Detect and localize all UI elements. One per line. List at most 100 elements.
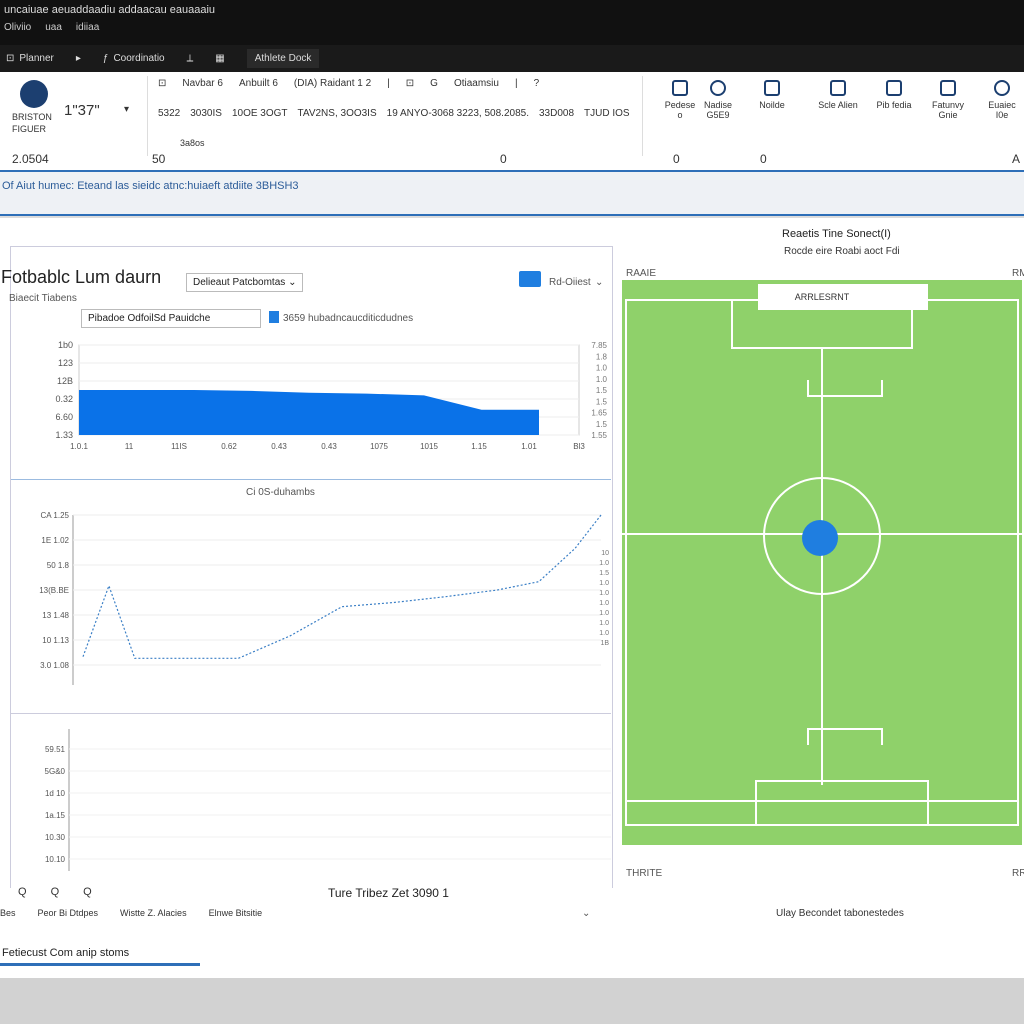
tab-grid[interactable]: ▦ <box>215 53 224 64</box>
ribbon-button-sub: G5E9 <box>706 110 730 120</box>
ribbon-button-globe[interactable]: Nadise G5E9 <box>690 80 746 120</box>
panel-title: Fotbablc Lum daurn <box>1 267 162 287</box>
right-tick-label: 1.0 <box>599 600 609 607</box>
ribbon-value: TAV2NS, 3OO3IS <box>297 108 377 119</box>
ribbon-row2: 5322 3030IS 10OE 3OGT TAV2NS, 3OO3IS 19 … <box>158 108 630 119</box>
line-chart: CA 1.25 1E 1.02 50 1.8 13(B.BE 13 1.48 10 1.1… <box>39 511 609 685</box>
ribbon-item[interactable]: ⊡ <box>406 78 414 89</box>
right-tick-label: 1.0 <box>599 630 609 637</box>
x-tick-label: 0.62 <box>221 442 237 451</box>
pitch-right-label: RM <box>1012 268 1024 279</box>
ribbon-footer-item: 0 <box>760 152 767 166</box>
ribbon-button-shield[interactable]: Pib fedia <box>866 80 922 110</box>
ribbon-item[interactable]: Otiaamsiu <box>454 78 499 89</box>
y-tick-label: 59.51 <box>45 745 66 754</box>
chart-icon[interactable] <box>519 271 541 287</box>
shield-icon <box>886 80 902 96</box>
tab-tool[interactable]: ⟂ <box>187 53 194 64</box>
menu-item[interactable]: idiiaa <box>76 22 99 42</box>
tab-icon: ⟂ <box>186 53 194 64</box>
window-title: uncaiuae aeuaddaadiu addaacau eauaaaiu <box>4 4 216 16</box>
chevron-down-icon[interactable]: ⌄ <box>595 277 603 288</box>
ribbon-value: TJUD IOS <box>584 108 630 119</box>
workspace: Fotbablc Lum daurn Biaecit Tiabens Delie… <box>0 218 1024 978</box>
ribbon-button-export[interactable]: Fatunvy Gnie <box>920 80 976 120</box>
tab-coordination[interactable]: ƒ Coordinatio <box>103 53 165 64</box>
ribbon-item[interactable]: G <box>430 78 438 89</box>
status-tab[interactable]: Bes <box>0 908 16 918</box>
tab-icon: ⊡ <box>6 53 15 64</box>
line-series <box>82 514 602 659</box>
football-pitch[interactable]: ARRLESRNT <box>620 280 1024 850</box>
chevron-down-icon[interactable]: ⌄ <box>582 908 590 919</box>
footer <box>0 978 1024 1024</box>
menu-item[interactable]: Oliviio <box>4 22 31 42</box>
ribbon-button-label: Pib fedia <box>876 100 912 110</box>
tab-planner[interactable]: ⊡ Planner <box>6 53 54 64</box>
y-tick-label: 3.0 1.08 <box>40 661 69 670</box>
ribbon-button-figure[interactable]: Scle Alien <box>810 80 866 110</box>
right-tick-label: 1.0 <box>596 364 608 373</box>
account-name: BRISTON <box>12 112 52 122</box>
bottom-tab[interactable]: Fetiecust Com anip stoms <box>0 944 200 966</box>
ribbon-button-label: Scle Alien <box>818 100 858 110</box>
ribbon-footer-item: 0 <box>673 152 680 166</box>
right-tick-label: 1.5 <box>596 420 608 429</box>
ball-marker <box>802 520 838 556</box>
tab-bar: ⊡ Planner ▸ ƒ Coordinatio ⟂ ▦ Athlete Dock <box>0 45 1024 72</box>
ribbon-button-person[interactable]: Noilde <box>744 80 800 110</box>
ribbon-button-sub: Gnie <box>938 110 958 120</box>
ribbon-item[interactable]: Navbar 6 <box>182 78 223 89</box>
avatar[interactable] <box>20 80 48 108</box>
tab-icon: ▦ <box>215 53 225 64</box>
x-tick-label: Bl3 <box>573 442 585 451</box>
x-tick-label: 1015 <box>420 442 438 451</box>
info-bar: Of Aiut humec: Eteand las sieidc atnc:hu… <box>0 172 1024 216</box>
toggle-label[interactable]: Rd-Oiiest <box>549 277 591 288</box>
right-tick-label: 1.0 <box>596 375 608 384</box>
zoom-icon[interactable]: Q <box>18 886 27 898</box>
ribbon-item[interactable]: Anbuilt 6 <box>239 78 278 89</box>
status-tab[interactable]: Peor Bi Dtdpes <box>38 908 99 918</box>
menu-item[interactable]: uaa <box>45 22 62 42</box>
right-tick-label: 1.0 <box>599 620 609 627</box>
tab-arrow[interactable]: ▸ <box>76 53 81 64</box>
pitch-subtitle: Rocde eire Roabi aoct Fdi <box>784 246 900 257</box>
filter-input[interactable]: Pibadoe OdfoilSd Pauidche <box>81 309 261 328</box>
y-tick-label: 13(B.BE <box>39 586 69 595</box>
right-tick-label: 1.8 <box>596 352 608 361</box>
ribbon-item[interactable]: ? <box>534 78 540 89</box>
right-tick-label: 1.0 <box>599 590 609 597</box>
zoom-icon[interactable]: Q <box>83 886 92 898</box>
chevron-down-icon[interactable]: ▾ <box>124 104 129 115</box>
pitch-bottom-label-right: RR <box>1012 868 1024 879</box>
status-tab[interactable]: Wistte Z. Alacies <box>120 908 187 918</box>
ribbon-button-globe-2[interactable]: Euaiec I0e <box>974 80 1024 120</box>
panel-subtitle: Biaecit Tiabens <box>9 293 77 304</box>
preset-dropdown[interactable]: Delieaut Patcbomtas ⌄ <box>186 273 304 292</box>
right-tick-label: 1B <box>600 640 609 647</box>
status-tabs: Bes Peor Bi Dtdpes Wistte Z. Alacies Eln… <box>0 908 262 918</box>
status-right: Ulay Becondet tabonestedes <box>776 908 904 919</box>
ribbon-subtext: 3a8os <box>180 138 205 148</box>
x-tick-label: 11 <box>125 442 134 451</box>
tab-athlete-dock[interactable]: Athlete Dock <box>246 49 320 68</box>
left-panel: Fotbablc Lum daurn Biaecit Tiabens Delie… <box>1 246 613 906</box>
ribbon-item[interactable]: (DIA) Raidant 1 2 <box>294 78 371 89</box>
ribbon-value: 33D008 <box>538 108 575 119</box>
tab-icon: ▸ <box>75 53 81 64</box>
pitch-panel: Reaetis Tine Sonect(I) Rocde eire Roabi … <box>620 228 1024 906</box>
ribbon-footer-value: 2.0504 <box>12 152 49 166</box>
account-size[interactable]: 1"37" <box>64 102 100 119</box>
ribbon-sep: | <box>387 78 390 89</box>
status-tab[interactable]: Elnwe Bitsitie <box>209 908 263 918</box>
x-tick-label: 1075 <box>370 442 388 451</box>
chevron-down-icon: ⌄ <box>288 277 297 288</box>
ribbon-sep: | <box>514 78 518 89</box>
y-tick-label: 1a.15 <box>45 811 66 820</box>
right-tick-label: 1.5 <box>599 570 609 577</box>
zoom-icon[interactable]: Q <box>51 886 60 898</box>
checkbox[interactable] <box>269 311 279 323</box>
ribbon-item[interactable]: ⊡ <box>158 78 166 89</box>
y-tick-label: 10.30 <box>45 833 66 842</box>
